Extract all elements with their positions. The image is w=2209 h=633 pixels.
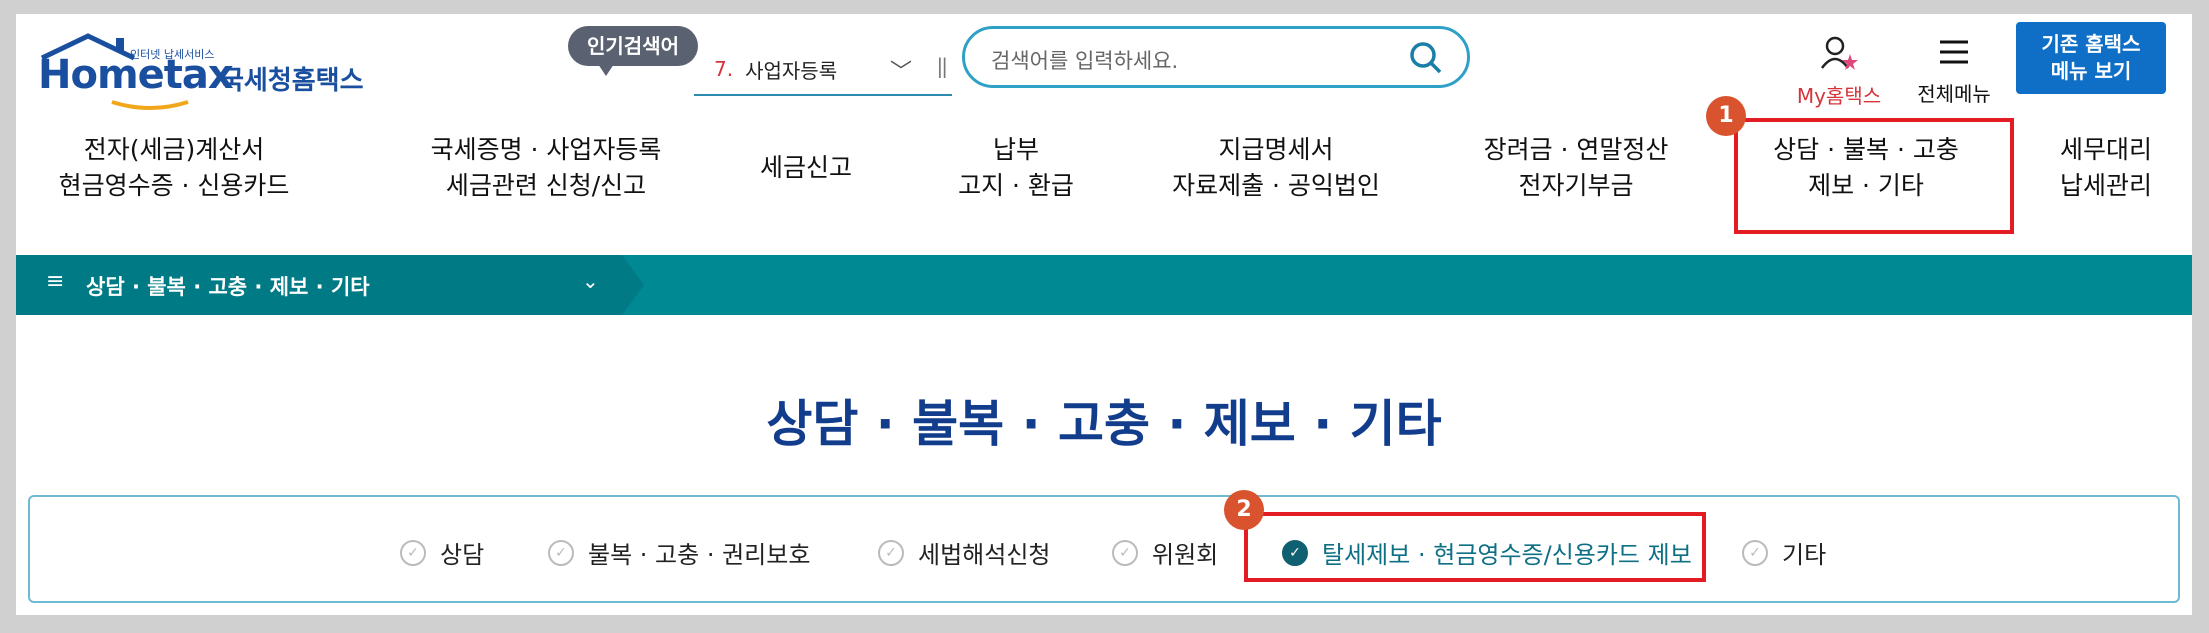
- tab-label: 세법해석신청: [918, 541, 1051, 569]
- step-marker-1: 1: [1706, 96, 1746, 136]
- nav-line2: 자료제출 · 공익법인: [1172, 171, 1380, 200]
- pause-icon[interactable]: ||: [937, 54, 949, 78]
- user-star-icon: [1820, 36, 1858, 70]
- sub-tab-bar: ✓ 상담 ✓ 불복 · 고충 · 권리보호 ✓ 세법해석신청 ✓ 위원회 ✓ 탈…: [28, 495, 2180, 603]
- nav-line2: 세금관련 신청/신고: [445, 171, 647, 200]
- breadcrumb-bar: ≡ 상담 · 불복 · 고충 · 제보 · 기타 ⌄: [16, 255, 2192, 315]
- popular-search-rolling[interactable]: 7. 사업자등록 ﹀ ||: [694, 44, 952, 96]
- logo-korean: 국세청홈택스: [220, 66, 364, 96]
- nav-certificate-registration[interactable]: 국세증명 · 사업자등록 세금관련 신청/신고: [396, 132, 696, 204]
- hometax-page: 인터넷 납세서비스 Hometax 국세청홈택스 인기검색어 7. 사업자등록 …: [16, 14, 2192, 615]
- search-icon[interactable]: [1409, 41, 1443, 75]
- tab-label: 기타: [1782, 541, 1827, 569]
- nav-line1: 지급명세서: [1218, 135, 1334, 164]
- old-menu-button[interactable]: 기존 홈택스 메뉴 보기: [2016, 22, 2166, 94]
- logo-swoosh-icon: [111, 100, 189, 110]
- check-circle-icon: ✓: [1112, 539, 1138, 566]
- breadcrumb-label: 상담 · 불복 · 고충 · 제보 · 기타: [86, 275, 370, 299]
- all-menu-button[interactable]: 전체메뉴: [1904, 34, 2004, 107]
- search-placeholder: 검색어를 입력하세요.: [991, 49, 1179, 73]
- popular-search-term[interactable]: 사업자등록: [745, 55, 837, 84]
- nav-incentive-yearend[interactable]: 장려금 · 연말정산 전자기부금: [1456, 132, 1696, 204]
- tab-committee[interactable]: ✓ 위원회: [1112, 535, 1218, 570]
- check-circle-icon: ✓: [400, 539, 426, 566]
- nav-tax-report[interactable]: 세금신고: [736, 150, 876, 186]
- highlight-box-2: [1244, 512, 1706, 582]
- nav-line1: 세금신고: [759, 153, 852, 182]
- nav-tax-agent[interactable]: 세무대리 납세관리: [2036, 132, 2176, 204]
- popular-search-badge: 인기검색어: [568, 26, 698, 76]
- nav-line1: 납부: [992, 135, 1039, 164]
- nav-line1: 세무대리: [2059, 135, 2152, 164]
- check-circle-icon: ✓: [548, 539, 574, 566]
- chevron-down-icon[interactable]: ⌄: [582, 269, 599, 293]
- popular-search-rank: 7.: [714, 57, 734, 81]
- hamburger-icon: [1940, 40, 1968, 64]
- tab-consultation[interactable]: ✓ 상담: [400, 535, 484, 570]
- tab-label: 위원회: [1152, 541, 1219, 569]
- nav-payment-statement[interactable]: 지급명세서 자료제출 · 공익법인: [1146, 132, 1406, 204]
- menu-list-icon: ≡: [46, 269, 65, 294]
- tab-etc[interactable]: ✓ 기타: [1742, 535, 1826, 570]
- nav-e-invoice[interactable]: 전자(세금)계산서 현금영수증 · 신용카드: [44, 132, 304, 204]
- chevron-down-icon[interactable]: ﹀: [890, 54, 912, 86]
- tab-label: 상담: [440, 541, 485, 569]
- step-marker-2: 2: [1224, 490, 1264, 530]
- old-menu-line2: 메뉴 보기: [2050, 59, 2132, 83]
- check-circle-icon: ✓: [1742, 539, 1768, 566]
- hometax-logo[interactable]: 인터넷 납세서비스 Hometax 국세청홈택스: [30, 24, 370, 114]
- tab-law-interpretation[interactable]: ✓ 세법해석신청: [878, 535, 1050, 570]
- nav-line1: 전자(세금)계산서: [83, 135, 265, 164]
- logo-english: Hometax: [38, 52, 234, 98]
- nav-line2: 전자기부금: [1518, 171, 1634, 200]
- all-menu-label: 전체메뉴: [1917, 82, 1991, 106]
- my-hometax-button[interactable]: My홈택스: [1784, 34, 1894, 109]
- check-circle-icon: ✓: [878, 539, 904, 566]
- nav-line2: 납세관리: [2059, 171, 2152, 200]
- tab-label: 불복 · 고충 · 권리보호: [588, 541, 811, 569]
- nav-payment[interactable]: 납부 고지 · 환급: [916, 132, 1116, 204]
- search-input[interactable]: 검색어를 입력하세요.: [962, 26, 1470, 88]
- my-hometax-label: My홈택스: [1796, 84, 1882, 108]
- nav-line1: 국세증명 · 사업자등록: [430, 135, 662, 164]
- nav-line1: 장려금 · 연말정산: [1483, 135, 1669, 164]
- nav-line2: 고지 · 환급: [958, 171, 1074, 200]
- breadcrumb-arrow: [622, 255, 644, 315]
- nav-line2: 현금영수증 · 신용카드: [58, 171, 290, 200]
- breadcrumb[interactable]: ≡ 상담 · 불복 · 고충 · 제보 · 기타 ⌄: [16, 255, 622, 315]
- tab-appeal[interactable]: ✓ 불복 · 고충 · 권리보호: [548, 535, 810, 570]
- page-title: 상담 · 불복 · 고충 · 제보 · 기타: [766, 395, 1442, 453]
- highlight-box-1: [1734, 118, 2014, 234]
- old-menu-line1: 기존 홈택스: [2041, 32, 2141, 56]
